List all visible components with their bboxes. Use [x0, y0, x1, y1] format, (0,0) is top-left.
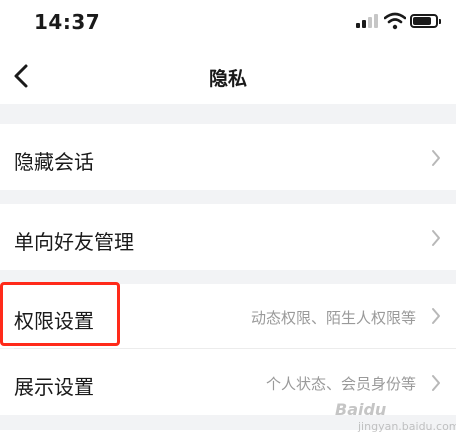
- row-subtitle: 个人状态、会员身份等: [265, 375, 416, 393]
- watermark-url: jingyan.baidu.com: [358, 420, 456, 433]
- privacy-settings-screen: 14:37 隐私 隐藏会话 单向好友管理 权限设置 动态权限、陌生人权限等 展示…: [0, 0, 456, 446]
- row-label: 单向好友管理: [14, 230, 134, 254]
- row-label: 展示设置: [14, 375, 94, 399]
- chevron-right-icon: [432, 150, 440, 166]
- header-area: 14:37 隐私: [0, 0, 456, 104]
- row-display-settings[interactable]: 展示设置 个人状态、会员身份等: [0, 349, 456, 415]
- page-title: 隐私: [208, 68, 247, 90]
- status-time: 14:37: [34, 10, 101, 34]
- chevron-right-icon: [432, 375, 440, 391]
- row-one-way-friends[interactable]: 单向好友管理: [0, 204, 456, 270]
- chevron-right-icon: [432, 308, 440, 324]
- watermark-logo: Baidu: [335, 400, 387, 419]
- chevron-right-icon: [432, 230, 440, 246]
- row-subtitle: 动态权限、陌生人权限等: [250, 309, 416, 327]
- annotation-highlight-box: [0, 282, 120, 346]
- row-hidden-chats[interactable]: 隐藏会话: [0, 124, 456, 190]
- wifi-icon: [384, 12, 406, 30]
- row-label: 隐藏会话: [14, 150, 94, 174]
- battery-icon: [410, 14, 441, 28]
- signal-icon: [356, 14, 378, 28]
